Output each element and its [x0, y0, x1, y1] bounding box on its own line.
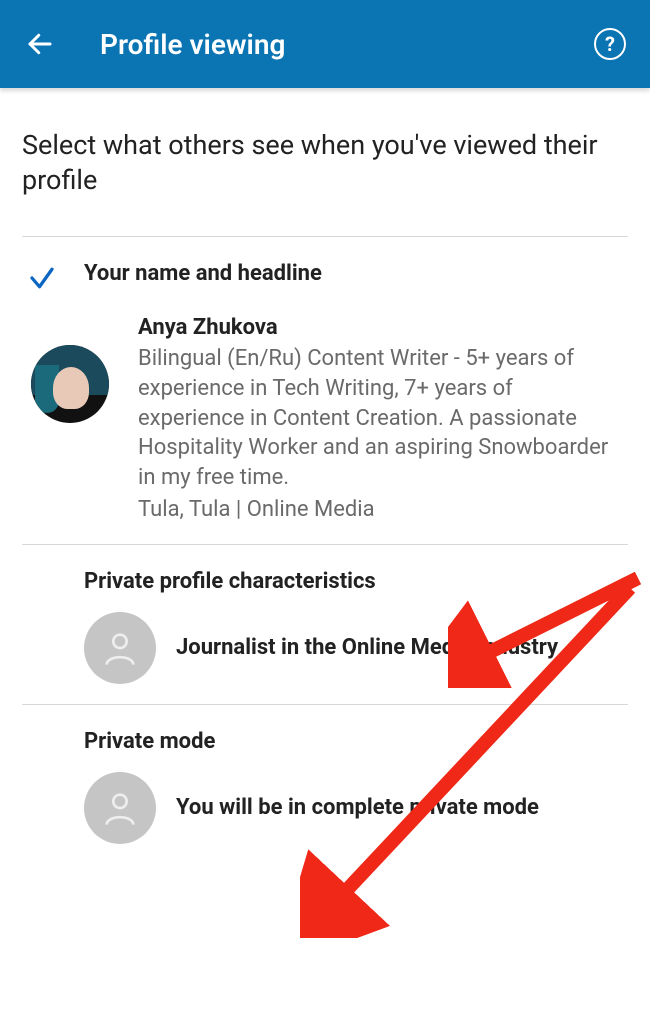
option-title: Private profile characteristics: [84, 569, 628, 594]
page-title: Profile viewing: [100, 28, 590, 61]
user-location: Tula, Tula | Online Media: [138, 495, 618, 525]
anonymous-avatar: [84, 772, 156, 844]
user-name: Anya Zhukova: [138, 315, 618, 340]
selected-indicator: [22, 261, 62, 293]
option-title: Private mode: [84, 729, 628, 754]
check-icon: [27, 263, 57, 293]
intro-text: Select what others see when you've viewe…: [22, 128, 628, 198]
option-title: Your name and headline: [84, 261, 322, 286]
option-body: Anya Zhukova Bilingual (En/Ru) Content W…: [22, 315, 628, 524]
content-area: Select what others see when you've viewe…: [0, 88, 650, 864]
help-icon: ?: [594, 28, 626, 60]
person-icon: [100, 628, 140, 668]
option-full-profile[interactable]: Your name and headline Anya Zhukova Bili…: [22, 237, 628, 544]
avatar-slot: [22, 315, 118, 524]
help-button[interactable]: ?: [590, 24, 630, 64]
option-header: Your name and headline: [22, 261, 628, 293]
option-detail: Anya Zhukova Bilingual (En/Ru) Content W…: [138, 315, 628, 524]
option-subtitle: Journalist in the Online Media industry: [176, 634, 628, 663]
anonymous-avatar: [84, 612, 156, 684]
user-headline: Bilingual (En/Ru) Content Writer - 5+ ye…: [138, 344, 618, 492]
option-subtitle: You will be in complete private mode: [176, 794, 628, 823]
person-icon: [100, 788, 140, 828]
option-body: You will be in complete private mode: [84, 772, 628, 844]
app-header: Profile viewing ?: [0, 0, 650, 88]
back-button[interactable]: [20, 24, 60, 64]
user-avatar: [31, 345, 109, 423]
option-body: Journalist in the Online Media industry: [84, 612, 628, 684]
option-private-characteristics[interactable]: Private profile characteristics Journali…: [22, 545, 628, 704]
option-private-mode[interactable]: Private mode You will be in complete pri…: [22, 705, 628, 864]
arrow-left-icon: [25, 29, 55, 59]
